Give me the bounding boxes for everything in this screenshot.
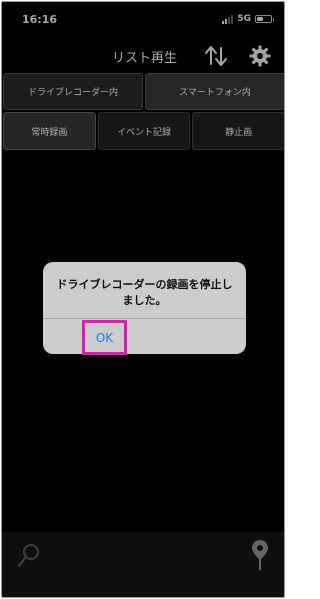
ok-button[interactable]: OK bbox=[82, 320, 127, 355]
alert-message: ドライブレコーダーの録画を停止しました。 bbox=[56, 278, 233, 307]
alert-dialog: ドライブレコーダーの録画を停止しました。 bbox=[43, 262, 246, 354]
phone-screen: 16:16 5G リスト再生 ドライブレコーダー内 スマートフォン内 常時録画 … bbox=[1, 1, 285, 598]
alert-divider bbox=[43, 318, 246, 319]
